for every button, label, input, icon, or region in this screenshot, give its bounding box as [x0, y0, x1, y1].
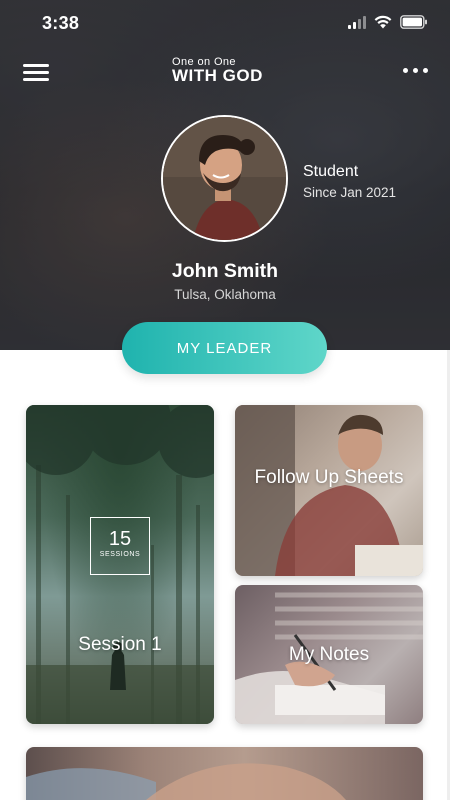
battery-icon — [400, 15, 427, 29]
my-leader-button[interactable]: MY LEADER — [122, 322, 327, 374]
top-nav: One on One WITH GOD — [0, 52, 450, 92]
sessions-count: 15 — [108, 528, 132, 550]
logo-line-2: WITH GOD — [172, 66, 263, 85]
partial-card[interactable] — [26, 747, 423, 800]
partial-card-photo — [26, 763, 346, 800]
session-card-label: Session 1 — [78, 634, 162, 655]
sessions-count-badge: 15 SESSIONS — [90, 517, 150, 575]
follow-up-sheets-card[interactable]: Follow Up Sheets — [235, 405, 423, 576]
avatar-portrait — [163, 117, 286, 240]
wifi-icon — [374, 15, 392, 29]
profile-header: 3:38 One on One WITH GOD Student Since J… — [0, 0, 450, 350]
role-block: Student Since Jan 2021 — [303, 162, 396, 200]
app-logo: One on One WITH GOD — [172, 56, 263, 84]
status-time: 3:38 — [42, 13, 80, 33]
follow-up-photo — [235, 405, 423, 576]
my-notes-label: My Notes — [288, 644, 370, 665]
follow-up-sheets-label: Follow Up Sheets — [254, 467, 404, 488]
user-role: Student — [303, 163, 359, 180]
user-name: John Smith — [171, 260, 279, 282]
status-icons — [348, 15, 428, 29]
user-location: Tulsa, Oklahoma — [174, 287, 276, 302]
hamburger-menu-icon[interactable] — [23, 64, 49, 82]
session-card[interactable]: 15 SESSIONS Session 1 — [26, 405, 214, 724]
sessions-count-label: SESSIONS — [99, 551, 141, 558]
my-notes-card[interactable]: My Notes — [235, 585, 423, 724]
more-dots-icon[interactable] — [403, 68, 428, 73]
cellular-signal-icon — [348, 15, 366, 29]
avatar[interactable] — [161, 115, 288, 242]
status-bar: 3:38 — [0, 0, 450, 48]
member-since: Since Jan 2021 — [303, 185, 397, 200]
